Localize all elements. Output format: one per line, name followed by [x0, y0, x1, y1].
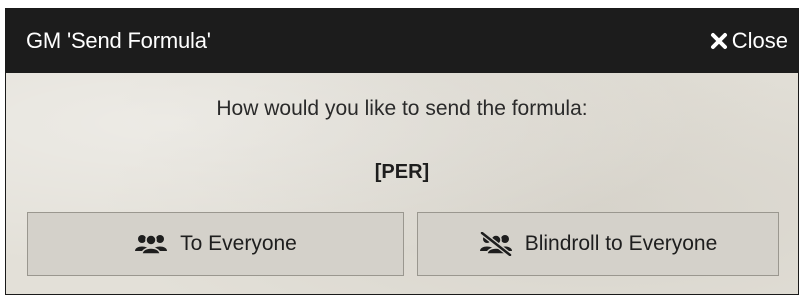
- dialog-titlebar[interactable]: GM 'Send Formula' Close: [6, 9, 798, 73]
- dialog-title: GM 'Send Formula': [26, 28, 211, 53]
- close-icon: [710, 32, 728, 50]
- prompt-text: How would you like to send the formula:: [216, 97, 588, 120]
- to-everyone-label: To Everyone: [180, 232, 297, 255]
- close-label: Close: [731, 28, 788, 53]
- send-formula-dialog: GM 'Send Formula' Close How would you li…: [5, 8, 799, 295]
- blindroll-label: Blindroll to Everyone: [524, 232, 718, 255]
- close-button[interactable]: Close: [710, 28, 788, 54]
- users-icon: [134, 232, 168, 256]
- users-slash-icon: [479, 232, 513, 256]
- blindroll-button[interactable]: Blindroll to Everyone: [417, 212, 779, 276]
- dialog-content: How would you like to send the formula: …: [6, 73, 798, 294]
- formula-text: [PER]: [374, 161, 430, 183]
- to-everyone-button[interactable]: To Everyone: [27, 212, 404, 276]
